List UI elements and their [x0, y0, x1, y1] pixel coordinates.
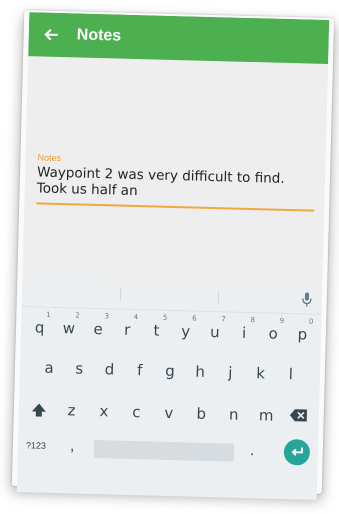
- key-c[interactable]: c: [120, 403, 153, 428]
- key-j[interactable]: j: [215, 363, 246, 382]
- key-row-4: ?123 , .: [18, 436, 318, 466]
- key-w[interactable]: 2w: [54, 311, 84, 338]
- microphone-icon[interactable]: [300, 291, 314, 307]
- key-n[interactable]: n: [217, 405, 250, 430]
- key-row-2: a s d f g h j k l: [20, 358, 320, 384]
- keyboard: 1q 2w 3e 4r 5t 6y 7u 8i 9o 0p a s d f g …: [16, 278, 323, 500]
- key-b[interactable]: b: [185, 404, 218, 429]
- enter-icon[interactable]: [283, 438, 311, 466]
- key-s[interactable]: s: [64, 359, 95, 378]
- key-a[interactable]: a: [34, 358, 65, 377]
- key-row-1: 1q 2w 3e 4r 5t 6y 7u 8i 9o 0p: [21, 311, 321, 344]
- app-bar: Notes: [28, 12, 330, 64]
- key-i[interactable]: 8i: [229, 316, 259, 343]
- key-d[interactable]: d: [94, 360, 125, 379]
- suggestion-divider: [119, 287, 122, 302]
- key-row-3: z x c v b n m: [19, 400, 320, 432]
- key-p[interactable]: 0p: [288, 318, 318, 344]
- key-r[interactable]: 4r: [112, 313, 142, 339]
- key-l[interactable]: l: [275, 365, 306, 384]
- key-k[interactable]: k: [245, 364, 276, 383]
- suggestion-divider: [217, 290, 220, 305]
- key-z[interactable]: z: [55, 401, 88, 426]
- notes-underline: [36, 202, 315, 212]
- backspace-icon[interactable]: [282, 407, 315, 432]
- key-e[interactable]: 3e: [83, 312, 113, 339]
- symbols-key[interactable]: ?123: [26, 440, 46, 451]
- key-y[interactable]: 6y: [171, 315, 201, 341]
- arrow-back-icon[interactable]: [40, 23, 63, 46]
- phone-screen: Notes Notes Waypoint 2 was very difficul…: [16, 12, 330, 500]
- key-q[interactable]: 1q: [25, 311, 55, 337]
- key-h[interactable]: h: [185, 362, 216, 381]
- comma-key[interactable]: ,: [70, 437, 75, 455]
- shift-icon[interactable]: [23, 400, 56, 425]
- notes-field[interactable]: Notes Waypoint 2 was very difficult to f…: [36, 152, 316, 212]
- key-t[interactable]: 5t: [142, 314, 172, 340]
- page-title: Notes: [76, 26, 122, 45]
- period-key[interactable]: .: [250, 442, 255, 460]
- key-m[interactable]: m: [250, 406, 283, 431]
- key-v[interactable]: v: [152, 404, 185, 429]
- space-bar[interactable]: [93, 439, 235, 462]
- key-f[interactable]: f: [124, 361, 155, 380]
- key-u[interactable]: 7u: [200, 315, 230, 342]
- key-g[interactable]: g: [155, 362, 186, 381]
- notes-input[interactable]: Waypoint 2 was very difficult to find. T…: [37, 164, 316, 203]
- key-o[interactable]: 9o: [258, 317, 288, 343]
- key-x[interactable]: x: [87, 402, 120, 427]
